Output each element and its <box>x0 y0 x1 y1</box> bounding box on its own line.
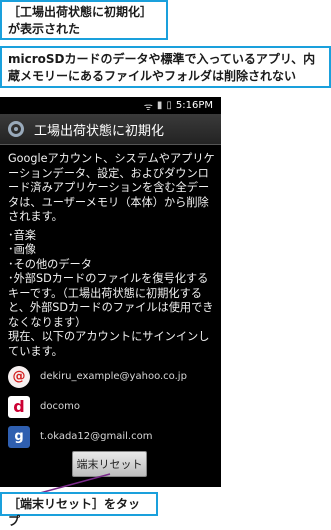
callout-tap-reset-text: ［端末リセット］をタップ <box>8 497 141 528</box>
callout-leader-line <box>39 473 111 494</box>
callout-tap-reset: ［端末リセット］をタップ <box>0 492 158 528</box>
